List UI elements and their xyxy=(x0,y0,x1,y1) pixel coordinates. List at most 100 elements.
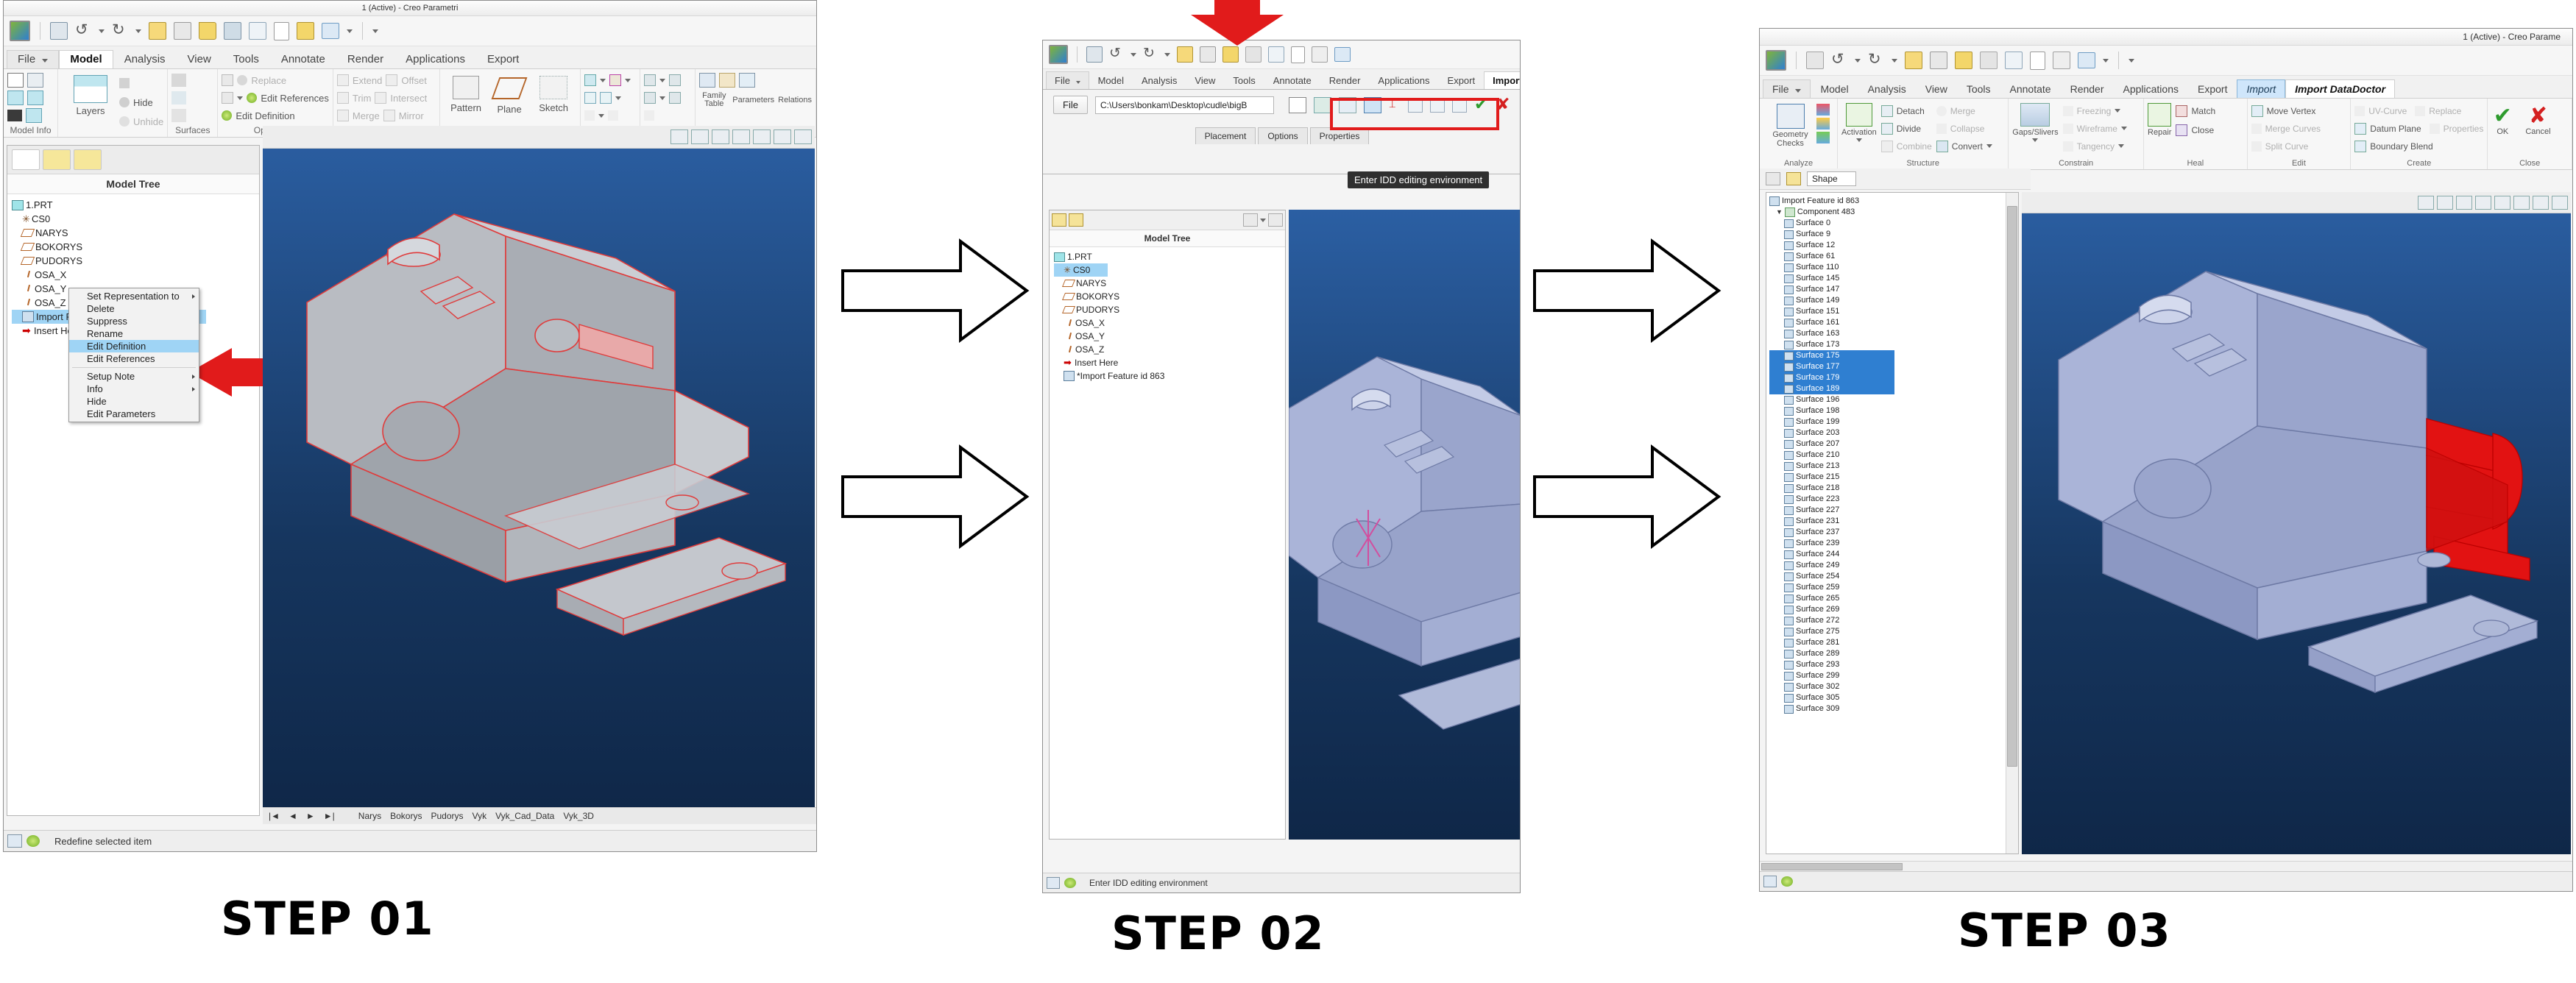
undo-icon[interactable]: ↺ xyxy=(1831,52,1847,68)
tab-view[interactable]: View xyxy=(1916,79,1957,98)
hole-icon[interactable] xyxy=(584,74,597,86)
expander-icon[interactable]: ▼ xyxy=(1776,208,1783,216)
datum-display-icon[interactable] xyxy=(774,129,791,144)
geometry-checks-icon[interactable] xyxy=(1776,104,1805,129)
step3-cad-model[interactable] xyxy=(2022,213,2571,854)
open-folder-icon[interactable] xyxy=(1222,46,1239,63)
edit-icon[interactable] xyxy=(1930,52,1947,69)
shell-icon[interactable] xyxy=(584,92,597,104)
context-item-edit-parameters[interactable]: Edit Parameters xyxy=(69,408,199,420)
step1-tree-tabs[interactable] xyxy=(7,146,259,174)
tree-row-surface[interactable]: Surface 254 xyxy=(1769,571,2018,582)
more-dropdown-icon[interactable] xyxy=(2129,58,2134,63)
paste-dropdown-icon[interactable] xyxy=(237,96,244,100)
tree-row-surface[interactable]: Surface 207 xyxy=(1769,439,2018,450)
tree-row-bokorys[interactable]: BOKORYS xyxy=(1054,290,1285,303)
context-item-rename[interactable]: Rename xyxy=(69,327,199,340)
tree-row-surface[interactable]: Surface 161 xyxy=(1769,317,2018,328)
step2-tree-header[interactable] xyxy=(1050,210,1285,230)
shape-tree-icon[interactable] xyxy=(1766,172,1780,185)
step3-shape-bar[interactable]: Shape xyxy=(1760,168,2031,190)
step1-cad-model[interactable] xyxy=(263,148,815,815)
status-globe-icon[interactable] xyxy=(1781,876,1793,887)
tree-row-surface[interactable]: Surface 189 xyxy=(1769,383,1894,394)
tab-import[interactable]: Import xyxy=(1484,71,1520,90)
creo-logo-icon[interactable] xyxy=(1766,50,1786,71)
sketch-icon[interactable] xyxy=(539,76,568,99)
tab-export[interactable]: Export xyxy=(1439,71,1485,90)
tab-file[interactable]: File xyxy=(7,50,60,68)
step1-quick-access-toolbar[interactable]: ↺ ↻ xyxy=(4,16,816,46)
tree-row-surface[interactable]: Surface 227 xyxy=(1769,505,2018,516)
context-item-delete[interactable]: Delete xyxy=(69,302,199,315)
blend-icon[interactable] xyxy=(669,92,682,104)
curvature-check-icon[interactable] xyxy=(1816,132,1830,143)
edit-definition-icon[interactable] xyxy=(222,110,233,121)
model-info-icon[interactable] xyxy=(7,73,24,88)
tree-row-surface[interactable]: Surface 293 xyxy=(1769,659,2018,670)
tab-view[interactable]: View xyxy=(1186,71,1224,90)
round-icon[interactable] xyxy=(609,74,622,86)
step2-model-tree-panel[interactable]: Model Tree 1.PRT ✳ CS0 NARYS BOKORYS PUD… xyxy=(1049,210,1286,840)
tree-row-surface[interactable]: Surface 213 xyxy=(1769,461,2018,472)
paste-icon[interactable] xyxy=(222,92,234,104)
tree-settings-icon[interactable] xyxy=(1052,213,1066,227)
nav-last-icon[interactable]: ►| xyxy=(324,811,335,821)
tree-row-surface[interactable]: Surface 175 xyxy=(1769,350,1894,361)
family-table-icon[interactable] xyxy=(699,73,716,88)
tab-annotate[interactable]: Annotate xyxy=(270,50,336,68)
tab-annotate[interactable]: Annotate xyxy=(1264,71,1320,90)
convert-icon[interactable] xyxy=(1936,140,1948,152)
gaps-slivers-dropdown-icon[interactable] xyxy=(2032,138,2039,142)
tree-row-surface[interactable]: Surface 237 xyxy=(1769,527,2018,538)
status-filter-icon[interactable] xyxy=(1047,877,1060,889)
bottom-tab-vyk-cad-data[interactable]: Vyk_Cad_Data xyxy=(495,811,554,821)
tab-analysis[interactable]: Analysis xyxy=(113,50,177,68)
creo-logo-icon[interactable] xyxy=(1049,45,1068,64)
open-folder-icon[interactable] xyxy=(199,22,216,40)
step3-surface-list[interactable]: Surface 0 Surface 9 Surface 12 Surface 61 Su… xyxy=(1769,218,2018,714)
tree-row-pudorys[interactable]: PUDORYS xyxy=(12,254,259,268)
bottom-tab-vyk[interactable]: Vyk xyxy=(473,811,487,821)
tree-row-surface[interactable]: Surface 173 xyxy=(1769,339,2018,350)
redo-dropdown-icon[interactable] xyxy=(135,29,141,33)
saved-views-icon[interactable] xyxy=(2552,195,2568,210)
tab-export[interactable]: Export xyxy=(2188,79,2237,98)
tab-tools[interactable]: Tools xyxy=(222,50,270,68)
window-dropdown-icon[interactable] xyxy=(347,29,353,33)
new-icon[interactable] xyxy=(1291,46,1305,63)
convert-dropdown-icon[interactable] xyxy=(1986,144,1992,148)
save-as-icon[interactable] xyxy=(1806,52,1824,69)
tree-row-surface[interactable]: Surface 199 xyxy=(1769,416,2018,427)
regenerate-icon[interactable] xyxy=(149,22,166,40)
edit-icon[interactable] xyxy=(1200,46,1216,63)
ok-check-icon[interactable]: ✔ xyxy=(2491,105,2513,127)
tree-display-icon[interactable] xyxy=(1243,213,1258,227)
parameters-icon[interactable] xyxy=(719,73,736,88)
datum-plane-icon[interactable] xyxy=(2354,122,2367,135)
extrude-dropdown-icon[interactable] xyxy=(659,78,666,82)
tree-row-surface[interactable]: Surface 309 xyxy=(1769,703,2018,714)
color-check-icon[interactable] xyxy=(1816,104,1830,116)
tree-row-surface[interactable]: Surface 177 xyxy=(1769,361,1894,372)
component-info-icon[interactable] xyxy=(27,91,43,105)
tree-row-part[interactable]: 1.PRT xyxy=(1054,250,1285,263)
redo-icon[interactable]: ↻ xyxy=(1143,46,1158,62)
status-globe-icon[interactable] xyxy=(1064,878,1076,888)
save-icon[interactable] xyxy=(1980,52,1998,69)
thickness-check-icon[interactable] xyxy=(1816,118,1830,129)
status-filter-icon[interactable] xyxy=(1763,876,1777,887)
move-vertex-icon[interactable] xyxy=(2251,104,2263,117)
save-as-icon[interactable] xyxy=(50,22,68,40)
context-item-hide[interactable]: Hide xyxy=(69,395,199,408)
zoom-out-icon[interactable] xyxy=(2437,195,2453,210)
window-icon[interactable] xyxy=(1334,47,1351,62)
activation-dropdown-icon[interactable] xyxy=(1855,138,1862,142)
tree-row-osa-x[interactable]: OSA_X xyxy=(12,268,259,282)
tree-row-surface[interactable]: Surface 231 xyxy=(1769,516,2018,527)
tree-row-cs0[interactable]: ✳ CS0 xyxy=(1054,263,1108,277)
tree-display-dropdown-icon[interactable] xyxy=(1260,218,1266,222)
tab-import-datadoctor[interactable]: Import DataDoctor xyxy=(2285,79,2396,98)
tree-row-import-feature[interactable]: *Import Feature id 863 xyxy=(1054,369,1285,383)
tree-row-surface[interactable]: Surface 269 xyxy=(1769,604,2018,615)
